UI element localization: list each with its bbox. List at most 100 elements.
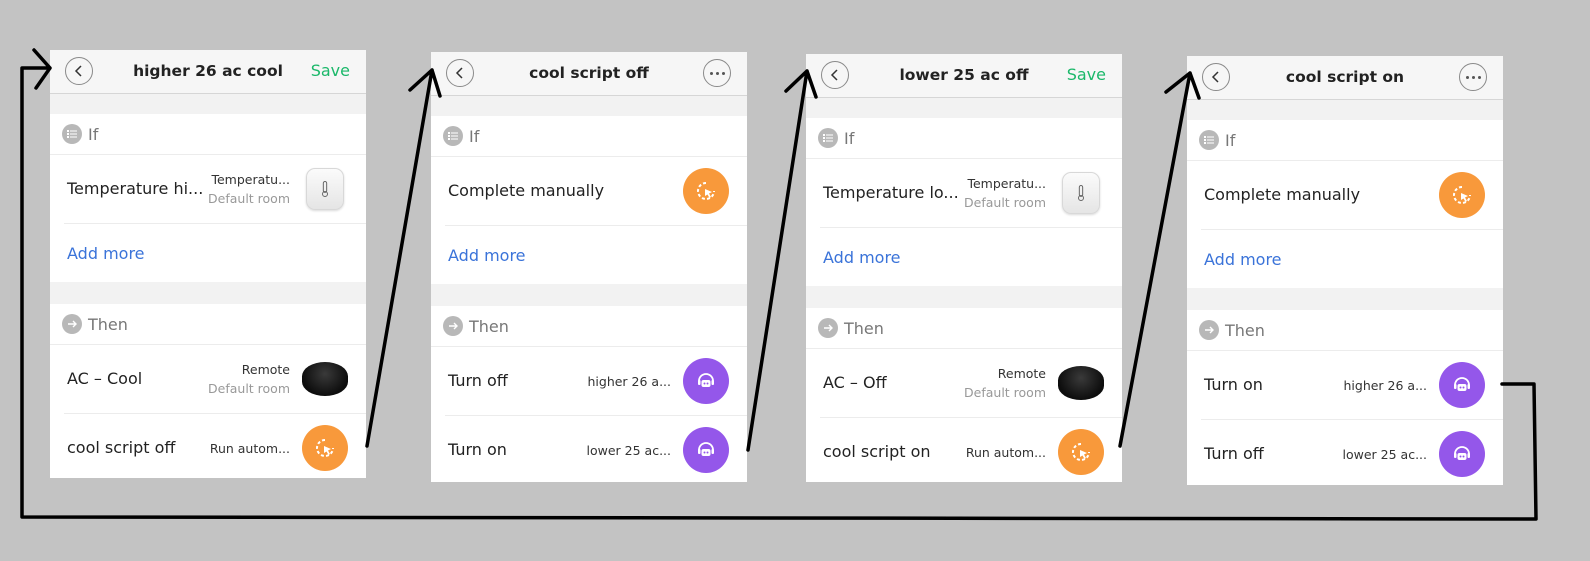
action-row[interactable]: Turn on lower 25 ac... — [445, 416, 747, 482]
action-row[interactable]: Turn off lower 25 ac... — [1201, 420, 1503, 485]
action-row[interactable]: Turn off higher 26 a... — [445, 347, 747, 416]
row-label: cool script on — [823, 442, 931, 461]
divider — [431, 96, 747, 116]
robot-icon — [683, 427, 729, 473]
then-section-header: Then — [806, 308, 1122, 349]
divider — [1187, 288, 1503, 310]
action-row[interactable]: cool script on Run autom... — [820, 418, 1122, 482]
row-label: Turn on — [448, 440, 507, 459]
then-label: Then — [844, 318, 884, 338]
back-button[interactable] — [65, 57, 93, 85]
save-button[interactable]: Save — [311, 50, 350, 92]
row-meta: Run autom... — [210, 414, 290, 478]
header: cool script off — [431, 52, 747, 96]
then-section-header: Then — [431, 306, 747, 347]
room-name: Default room — [208, 191, 290, 206]
list-icon — [818, 128, 838, 148]
if-section-header: If — [431, 116, 747, 157]
divider — [806, 286, 1122, 308]
manual-click-icon — [1058, 429, 1104, 475]
action-row[interactable]: AC – Off Remote Default room — [820, 349, 1122, 418]
page-title: higher 26 ac cool — [133, 62, 283, 80]
scene-panel-1: higher 26 ac cool Save If Temperature hi… — [50, 50, 366, 478]
row-meta: Temperatu... Default room — [964, 159, 1046, 227]
row-meta: lower 25 ac... — [587, 416, 671, 482]
back-button[interactable] — [446, 59, 474, 87]
divider — [1187, 100, 1503, 120]
condition-row[interactable]: Temperature lo... Temperatu... Default r… — [820, 159, 1122, 228]
more-options-button[interactable] — [1459, 63, 1487, 91]
more-options-button[interactable] — [703, 59, 731, 87]
add-more-link[interactable]: Add more — [50, 224, 366, 282]
page-title: cool script off — [529, 64, 649, 82]
dot-icon — [715, 71, 719, 75]
list-icon — [62, 124, 82, 144]
row-label: Complete manually — [1204, 185, 1361, 204]
device-name: Temperatu... — [967, 176, 1046, 191]
action-row[interactable]: Turn on higher 26 a... — [1201, 351, 1503, 420]
divider — [806, 98, 1122, 118]
action-detail: Run autom... — [209, 440, 290, 456]
scene-panel-3: lower 25 ac off Save If Temperature lo..… — [806, 54, 1122, 482]
robot-icon — [1439, 431, 1485, 477]
arrow-1-to-2 — [365, 68, 442, 448]
remote-icon — [1058, 366, 1104, 400]
scene-panel-4: cool script on If Complete manually Add … — [1187, 56, 1503, 485]
if-label: If — [1225, 130, 1236, 150]
dot-icon — [1465, 75, 1469, 79]
add-more-link[interactable]: Add more — [806, 228, 1122, 286]
row-label: Turn on — [1204, 375, 1263, 394]
row-label: AC – Off — [823, 373, 887, 392]
row-meta: higher 26 a... — [1343, 351, 1427, 419]
robot-icon — [1439, 362, 1485, 408]
back-button[interactable] — [1202, 63, 1230, 91]
chevron-left-icon — [455, 67, 463, 79]
room-name: Default room — [208, 381, 290, 396]
then-label: Then — [469, 316, 509, 336]
action-row[interactable]: AC – Cool Remote Default room — [64, 345, 366, 414]
device-name: Remote — [997, 366, 1046, 381]
dot-icon — [709, 71, 713, 75]
row-meta: Run autom... — [966, 418, 1046, 482]
action-row[interactable]: cool script off Run autom... — [64, 414, 366, 478]
row-label: Temperature lo... — [823, 183, 959, 202]
then-section-header: Then — [1187, 310, 1503, 351]
if-section-header: If — [1187, 120, 1503, 161]
room-name: Default room — [964, 385, 1046, 400]
manual-click-icon — [302, 425, 348, 471]
action-detail: higher 26 a... — [1343, 377, 1427, 393]
row-label: Complete manually — [448, 181, 605, 200]
page-title: cool script on — [1285, 68, 1405, 86]
row-label: AC – Cool — [67, 369, 143, 388]
add-more-link[interactable]: Add more — [431, 226, 747, 284]
row-label: Turn off — [448, 371, 508, 390]
condition-row[interactable]: Temperature hi... Temperatu... Default r… — [64, 155, 366, 224]
list-icon — [443, 126, 463, 146]
divider — [50, 94, 366, 114]
if-label: If — [469, 126, 480, 146]
manual-click-icon — [683, 168, 729, 214]
arrow-right-icon — [443, 316, 463, 336]
action-detail: Run autom... — [965, 444, 1046, 460]
add-more-link[interactable]: Add more — [1187, 230, 1503, 288]
row-label: cool script off — [67, 438, 176, 457]
row-meta: Remote Default room — [964, 349, 1046, 417]
arrow-right-icon — [1199, 320, 1219, 340]
condition-row[interactable]: Complete manually — [1201, 161, 1503, 230]
device-name: Remote — [241, 362, 290, 377]
if-section-header: If — [50, 114, 366, 155]
divider — [431, 284, 747, 306]
manual-click-icon — [1439, 172, 1485, 218]
chevron-left-icon — [1211, 71, 1219, 83]
device-name: Temperatu... — [211, 172, 290, 187]
chevron-left-icon — [74, 65, 82, 77]
if-label: If — [844, 128, 855, 148]
condition-row[interactable]: Complete manually — [445, 157, 747, 226]
row-label: Turn off — [1204, 444, 1264, 463]
action-detail: higher 26 a... — [587, 373, 671, 389]
back-button[interactable] — [821, 61, 849, 89]
arrow-right-icon — [818, 318, 838, 338]
list-icon — [1199, 130, 1219, 150]
save-button[interactable]: Save — [1067, 54, 1106, 96]
header: cool script on — [1187, 56, 1503, 100]
